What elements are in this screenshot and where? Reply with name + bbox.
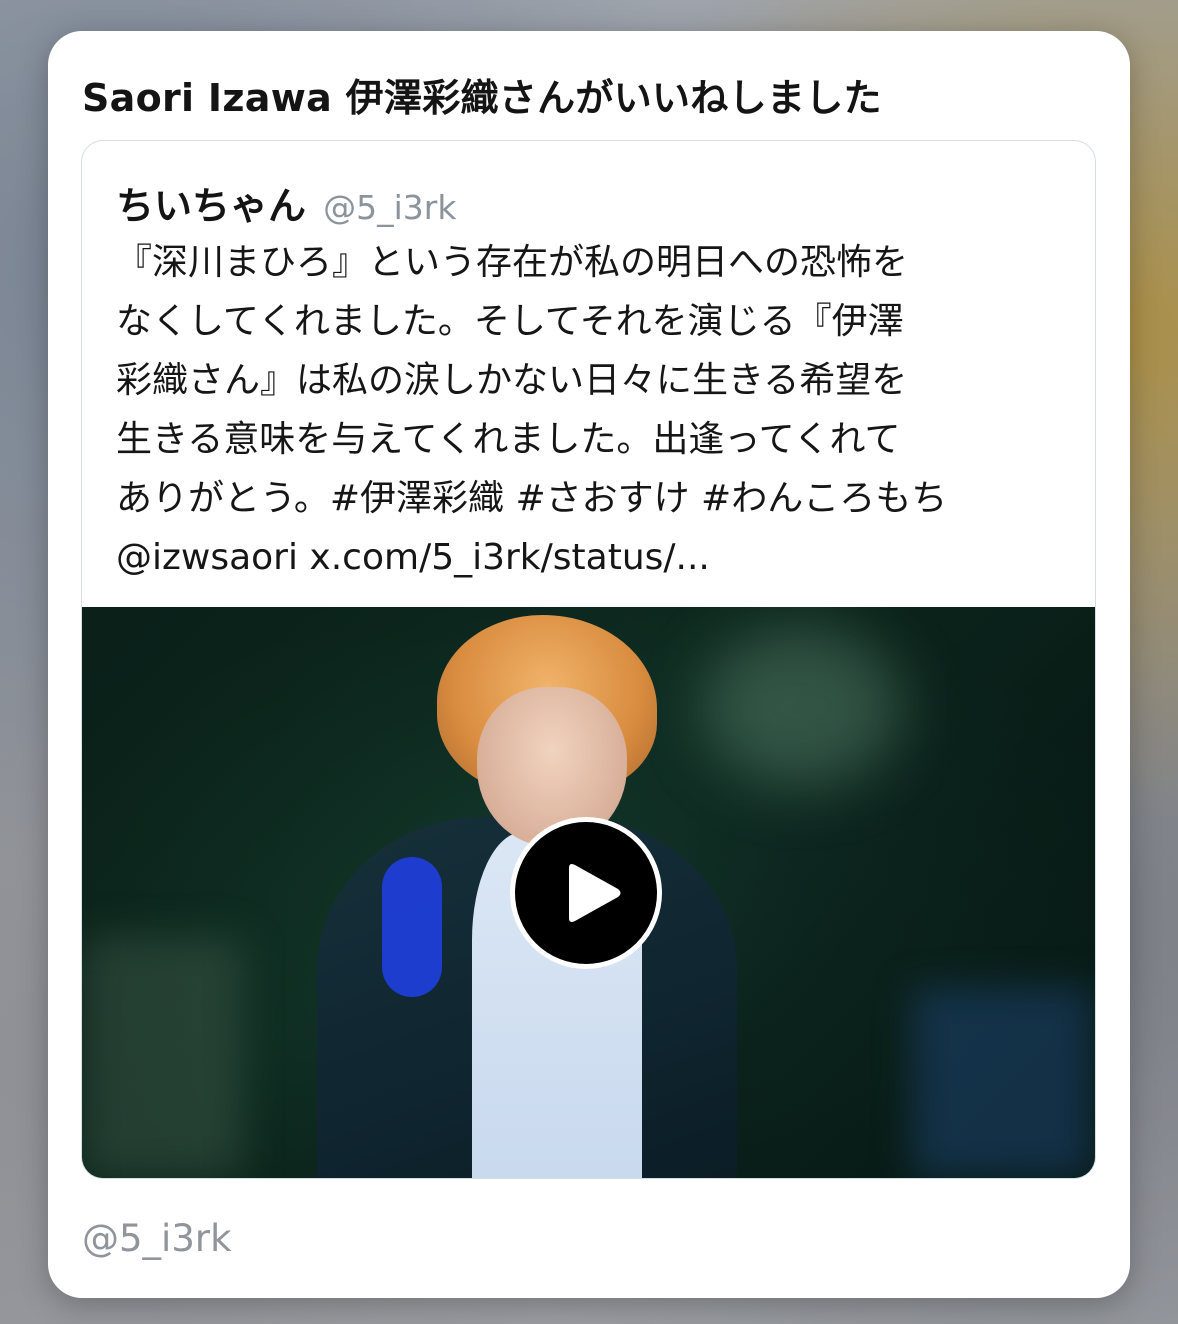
tweet-text-line: 彩織さん』は私の涙しかない日々に生きる希望を <box>116 360 908 401</box>
author-handle[interactable]: @5_i3rk <box>323 188 456 227</box>
tweet-text-line[interactable]: @izwsaori x.com/5_i3rk/status/... <box>116 528 1066 587</box>
background-light <box>912 987 1092 1177</box>
tweet-text-line: 生きる意味を与えてくれました。出逢ってくれて <box>116 419 901 460</box>
liked-tweet-card[interactable]: Saori Izawa 伊澤彩織さんがいいねしました ちいちゃん @5_i3rk… <box>48 31 1130 1298</box>
background-light <box>702 627 902 787</box>
author-name[interactable]: ちいちゃん <box>116 184 306 228</box>
tweet-author-row: ちいちゃん @5_i3rk <box>116 175 456 230</box>
play-button[interactable] <box>510 817 662 969</box>
tweet-text: 『深川まひろ』という存在が私の明日への恐怖を なくしてくれました。そしてそれを演… <box>116 233 1066 587</box>
tweet-text-line: 『深川まひろ』という存在が私の明日への恐怖を <box>116 242 909 283</box>
video-thumbnail[interactable] <box>82 607 1095 1178</box>
embedded-tweet[interactable]: ちいちゃん @5_i3rk 『深川まひろ』という存在が私の明日への恐怖を なくし… <box>81 140 1096 1179</box>
card-title: Saori Izawa 伊澤彩織さんがいいねしました <box>82 76 882 120</box>
background-light <box>82 937 242 1177</box>
play-icon <box>569 864 621 922</box>
footer-handle: @5_i3rk <box>82 1217 232 1260</box>
backpack-strap <box>382 857 442 997</box>
tweet-text-line[interactable]: ありがとう。#伊澤彩織 #さおすけ #わんころもち <box>116 469 1066 528</box>
tweet-text-line: なくしてくれました。そしてそれを演じる『伊澤 <box>116 301 904 342</box>
